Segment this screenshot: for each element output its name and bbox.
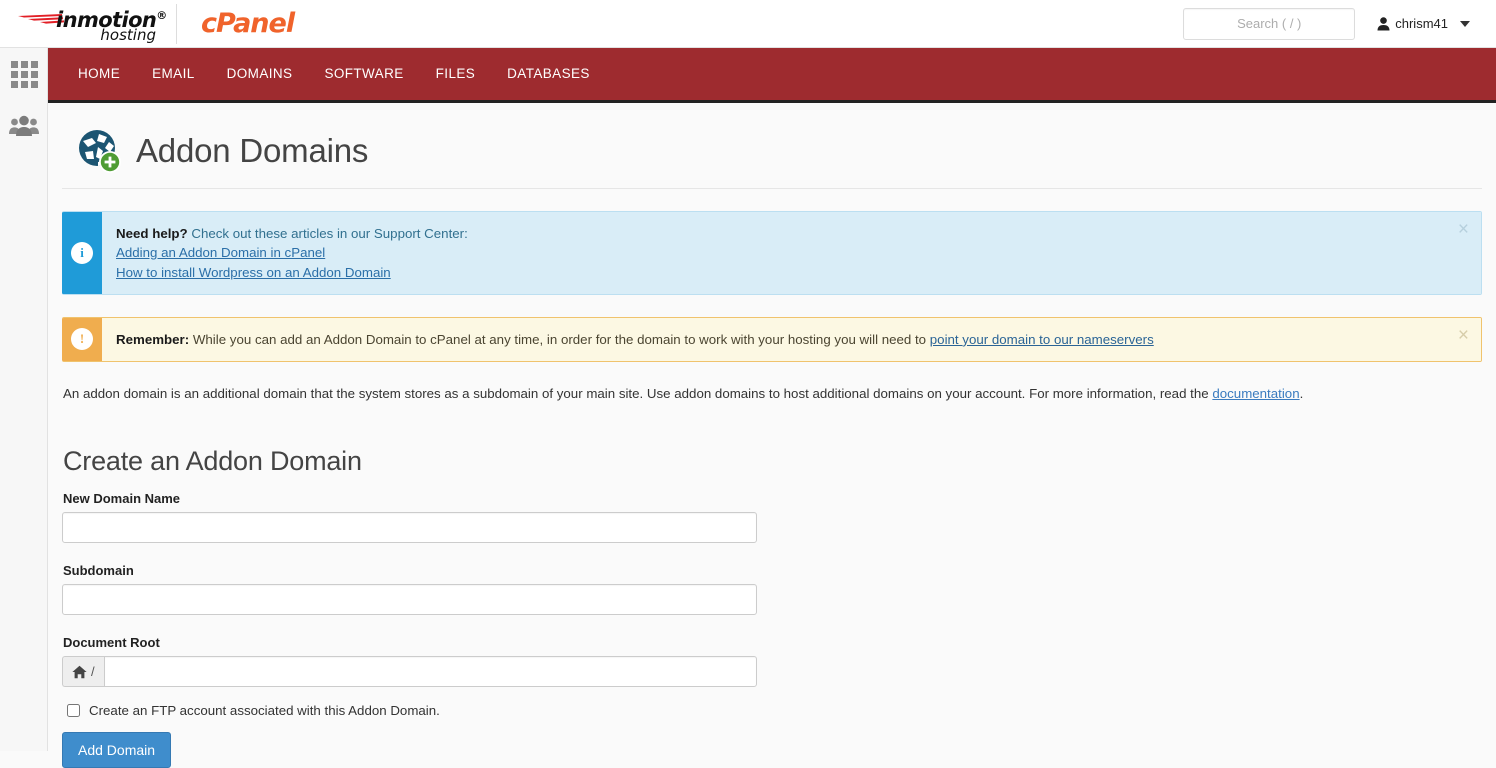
username-label: chrism41 bbox=[1395, 16, 1448, 31]
warning-alert-close-icon[interactable]: × bbox=[1458, 326, 1469, 345]
page-title: Addon Domains bbox=[136, 132, 369, 169]
cpanel-logo[interactable]: cPanel bbox=[201, 8, 295, 39]
nav-item-home[interactable]: HOME bbox=[62, 48, 136, 100]
description-text: An addon domain is an additional domain … bbox=[63, 386, 1213, 402]
create-ftp-account-label[interactable]: Create an FTP account associated with th… bbox=[89, 703, 440, 718]
link-adding-addon-domain[interactable]: Adding an Addon Domain in cPanel bbox=[116, 243, 1447, 262]
add-domain-button[interactable]: Add Domain bbox=[62, 732, 172, 768]
user-icon bbox=[1377, 16, 1390, 31]
create-addon-domain-heading: Create an Addon Domain bbox=[63, 446, 362, 476]
link-documentation[interactable]: documentation bbox=[1212, 386, 1299, 401]
new-domain-input[interactable] bbox=[62, 512, 757, 543]
info-alert-text: Check out these articles in our Support … bbox=[187, 226, 468, 241]
brand-area: inmotion® hosting cPanel bbox=[0, 0, 295, 48]
document-root-input[interactable] bbox=[103, 656, 757, 687]
document-root-group: / bbox=[62, 656, 757, 687]
info-alert-lead: Need help? bbox=[116, 226, 188, 241]
warning-alert-lead: Remember: bbox=[116, 331, 190, 347]
info-alert-close-icon[interactable]: × bbox=[1458, 220, 1469, 239]
warning-alert-body: Remember: While you can add an Addon Dom… bbox=[102, 317, 1481, 362]
chevron-down-icon bbox=[1460, 20, 1470, 27]
search-input[interactable] bbox=[1183, 7, 1356, 40]
warning-alert-strip: ! bbox=[62, 317, 102, 362]
warning-icon: ! bbox=[71, 328, 93, 351]
top-bar: inmotion® hosting cPanel chrism41 bbox=[0, 0, 1496, 48]
users-group-icon bbox=[9, 115, 39, 136]
home-icon bbox=[72, 665, 87, 678]
document-root-label: Document Root bbox=[63, 635, 160, 650]
description-suffix: . bbox=[1299, 386, 1304, 402]
document-root-addon: / bbox=[62, 656, 104, 687]
top-bar-right: chrism41 bbox=[1183, 7, 1496, 40]
document-root-prefix: / bbox=[91, 664, 95, 679]
apps-grid-icon bbox=[10, 60, 38, 88]
page-header: Addon Domains bbox=[62, 106, 1482, 189]
warning-alert-text: While you can add an Addon Domain to cPa… bbox=[189, 331, 930, 347]
main-navigation: HOME EMAIL DOMAINS SOFTWARE FILES DATABA… bbox=[48, 48, 1496, 103]
sidebar-item-apps[interactable] bbox=[0, 48, 48, 100]
nav-item-domains[interactable]: DOMAINS bbox=[211, 48, 309, 100]
info-alert-strip: i bbox=[62, 212, 102, 294]
warning-alert: ! Remember: While you can add an Addon D… bbox=[62, 316, 1482, 363]
info-alert: i Need help? Check out these articles in… bbox=[62, 211, 1482, 295]
inmotion-tagline: hosting bbox=[100, 25, 156, 44]
registered-mark: ® bbox=[156, 8, 167, 22]
left-rail bbox=[0, 48, 48, 751]
link-install-wordpress[interactable]: How to install Wordpress on an Addon Dom… bbox=[116, 263, 1447, 282]
nav-item-software[interactable]: SOFTWARE bbox=[308, 48, 419, 100]
addon-domain-globe-icon bbox=[79, 130, 121, 173]
sidebar-item-user-manager[interactable] bbox=[0, 100, 48, 152]
ftp-checkbox-row: Create an FTP account associated with th… bbox=[63, 703, 1482, 718]
link-nameservers[interactable]: point your domain to our nameservers bbox=[930, 332, 1154, 347]
inmotion-hosting-logo[interactable]: inmotion® hosting bbox=[18, 4, 167, 44]
nav-item-email[interactable]: EMAIL bbox=[136, 48, 211, 100]
nav-item-files[interactable]: FILES bbox=[420, 48, 492, 100]
subdomain-label: Subdomain bbox=[63, 563, 134, 578]
page-description: An addon domain is an additional domain … bbox=[63, 384, 1482, 404]
subdomain-input[interactable] bbox=[62, 584, 757, 615]
nav-item-databases[interactable]: DATABASES bbox=[491, 48, 606, 100]
main-content: Addon Domains i Need help? Check out the… bbox=[48, 106, 1496, 768]
brand-divider bbox=[176, 3, 177, 44]
new-domain-label: New Domain Name bbox=[63, 491, 181, 506]
info-alert-body: Need help? Check out these articles in o… bbox=[102, 212, 1481, 294]
user-menu[interactable]: chrism41 bbox=[1377, 16, 1470, 31]
info-icon: i bbox=[71, 241, 93, 264]
create-ftp-account-checkbox[interactable] bbox=[67, 704, 80, 717]
